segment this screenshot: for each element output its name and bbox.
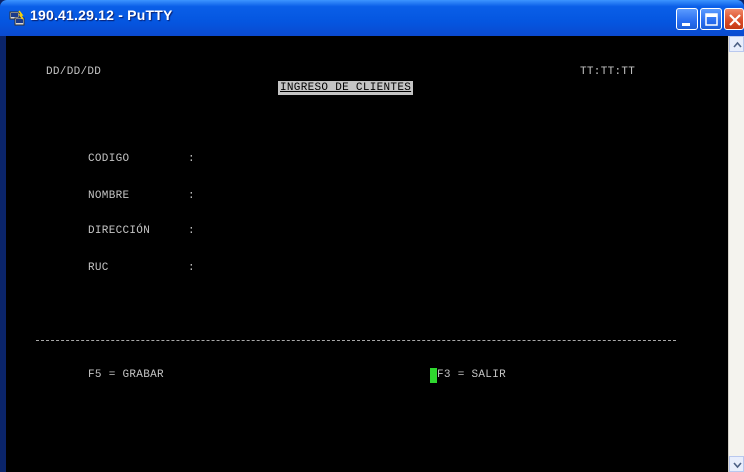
maximize-icon <box>705 13 718 26</box>
field-colon-direccion: : <box>188 225 195 237</box>
terminal-cursor <box>430 368 437 383</box>
scroll-down-button[interactable] <box>729 456 744 472</box>
date-display: DD/DD/DD <box>46 66 102 78</box>
maximize-button[interactable] <box>700 8 722 30</box>
field-label-codigo: CODIGO <box>88 153 130 165</box>
f5-save-hint: F5 = GRABAR <box>88 369 164 381</box>
screen-title: INGRESO DE CLIENTES <box>278 81 414 95</box>
vertical-scrollbar[interactable] <box>728 36 744 472</box>
field-colon-ruc: : <box>188 262 195 274</box>
minimize-icon <box>682 23 690 26</box>
chevron-down-icon <box>733 462 742 469</box>
field-label-ruc: RUC <box>88 262 109 274</box>
close-icon <box>729 14 741 26</box>
window-title: 190.41.29.12 - PuTTY <box>30 7 173 23</box>
chevron-up-icon <box>733 41 742 48</box>
field-label-nombre: NOMBRE <box>88 190 130 202</box>
time-display: TT:TT:TT <box>580 66 636 78</box>
scroll-track[interactable] <box>729 52 744 456</box>
close-button[interactable] <box>724 8 744 30</box>
putty-window: 190.41.29.12 - PuTTY DD/DD/DD TT:TT:TT I… <box>0 0 744 472</box>
title-bar[interactable]: 190.41.29.12 - PuTTY <box>0 0 744 36</box>
minimize-button[interactable] <box>676 8 698 30</box>
field-colon-nombre: : <box>188 190 195 202</box>
field-colon-codigo: : <box>188 153 195 165</box>
scroll-up-button[interactable] <box>729 36 744 52</box>
terminal-screen[interactable]: DD/DD/DD TT:TT:TT INGRESO DE CLIENTES CO… <box>6 36 728 472</box>
field-label-direccion: DIRECCIÓN <box>88 225 151 237</box>
f3-exit-hint: F3 = SALIR <box>437 369 507 381</box>
separator-line <box>36 340 676 341</box>
putty-icon[interactable] <box>8 9 26 27</box>
